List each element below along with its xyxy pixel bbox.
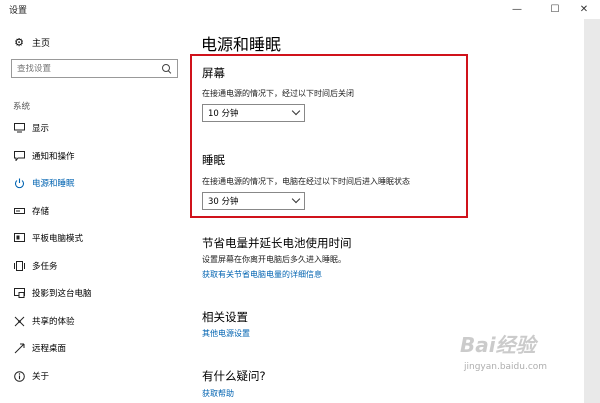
related-settings-heading: 相关设置	[202, 310, 248, 324]
sidebar-item-label: 远程桌面	[32, 344, 67, 354]
chevron-down-icon	[291, 106, 301, 116]
shared-experiences-icon	[13, 315, 25, 327]
sidebar-item-power-sleep[interactable]: 电源和睡眠	[0, 174, 190, 192]
sidebar-item-display[interactable]: 显示	[0, 119, 190, 137]
sidebar-item-projection[interactable]: 投影到这台电脑	[0, 284, 190, 302]
window-title: 设置	[9, 6, 28, 16]
power-icon	[13, 177, 25, 189]
tablet-mode-icon	[13, 232, 25, 244]
minimize-icon: —	[512, 4, 522, 15]
sidebar-item-label: 平板电脑模式	[32, 234, 84, 244]
questions-heading: 有什么疑问?	[202, 369, 266, 383]
screen-timeout-dropdown[interactable]: 10 分钟	[202, 104, 305, 122]
monitor-icon	[13, 122, 25, 134]
sidebar-item-label: 电源和睡眠	[32, 179, 75, 189]
sleep-timeout-value: 30 分钟	[208, 197, 239, 207]
save-energy-heading: 节省电量并延长电池使用时间	[202, 236, 352, 250]
remote-desktop-icon	[13, 342, 25, 354]
search-input[interactable]	[17, 63, 147, 74]
close-icon: ✕	[579, 4, 589, 15]
save-energy-link[interactable]: 获取有关节省电脑电量的详细信息	[202, 269, 322, 280]
sidebar-item-label: 存储	[32, 207, 50, 217]
section-label-system: 系统	[13, 102, 31, 112]
sleep-heading: 睡眠	[202, 153, 225, 167]
sidebar-item-label: 共享的体验	[32, 317, 75, 327]
sidebar-item-multitasking[interactable]: 多任务	[0, 257, 190, 275]
watermark: Bai经验 jingyan.baidu.com	[454, 329, 584, 389]
get-help-link[interactable]: 获取帮助	[202, 388, 234, 399]
search-box[interactable]	[11, 59, 178, 78]
watermark-logo: Bai经验	[460, 333, 536, 357]
screen-timeout-value: 10 分钟	[208, 109, 239, 119]
sidebar-item-shared-experiences[interactable]: 共享的体验	[0, 312, 190, 330]
sleep-description: 在接通电源的情况下，电脑在经过以下时间后进入睡眠状态	[202, 177, 410, 186]
sidebar-home[interactable]: ⚙ 主页	[12, 33, 50, 51]
info-icon	[13, 370, 25, 382]
maximize-icon: ☐	[550, 4, 560, 15]
home-label: 主页	[32, 38, 51, 49]
chat-bubble-icon	[13, 150, 25, 162]
title-bar: 设置 — ☐ ✕	[0, 0, 600, 19]
multitask-icon	[13, 260, 25, 272]
gear-icon: ⚙	[14, 35, 24, 49]
watermark-url: jingyan.baidu.com	[464, 362, 548, 372]
sidebar-item-label: 多任务	[32, 262, 58, 272]
sidebar-item-about[interactable]: 关于	[0, 367, 190, 385]
save-energy-description: 设置屏幕在你离开电脑后多久进入睡眠。	[202, 255, 346, 264]
chevron-down-icon	[291, 194, 301, 204]
close-button[interactable]: ✕	[568, 0, 600, 19]
screen-heading: 屏幕	[202, 66, 225, 80]
sidebar-item-storage[interactable]: 存储	[0, 202, 190, 220]
sidebar-item-tablet-mode[interactable]: 平板电脑模式	[0, 229, 190, 247]
sidebar-item-notifications[interactable]: 通知和操作	[0, 147, 190, 165]
search-icon[interactable]	[162, 63, 172, 74]
sidebar-item-label: 投影到这台电脑	[32, 289, 92, 299]
sidebar-item-label: 显示	[32, 124, 50, 134]
sidebar-item-label: 关于	[32, 372, 50, 382]
page-title: 电源和睡眠	[201, 35, 282, 54]
window-edge	[584, 19, 600, 403]
sidebar-item-label: 通知和操作	[32, 152, 75, 162]
sleep-timeout-dropdown[interactable]: 30 分钟	[202, 192, 305, 210]
projection-icon	[13, 287, 25, 299]
sidebar: ⚙ 主页 系统 显示 通知和操作 电源和睡眠 存储 平板电脑模式	[0, 19, 190, 403]
storage-icon	[13, 205, 25, 217]
screen-description: 在接通电源的情况下，经过以下时间后关闭	[202, 89, 354, 98]
other-power-settings-link[interactable]: 其他电源设置	[202, 328, 250, 339]
sidebar-item-remote-desktop[interactable]: 远程桌面	[0, 339, 190, 357]
minimize-button[interactable]: —	[498, 0, 536, 19]
